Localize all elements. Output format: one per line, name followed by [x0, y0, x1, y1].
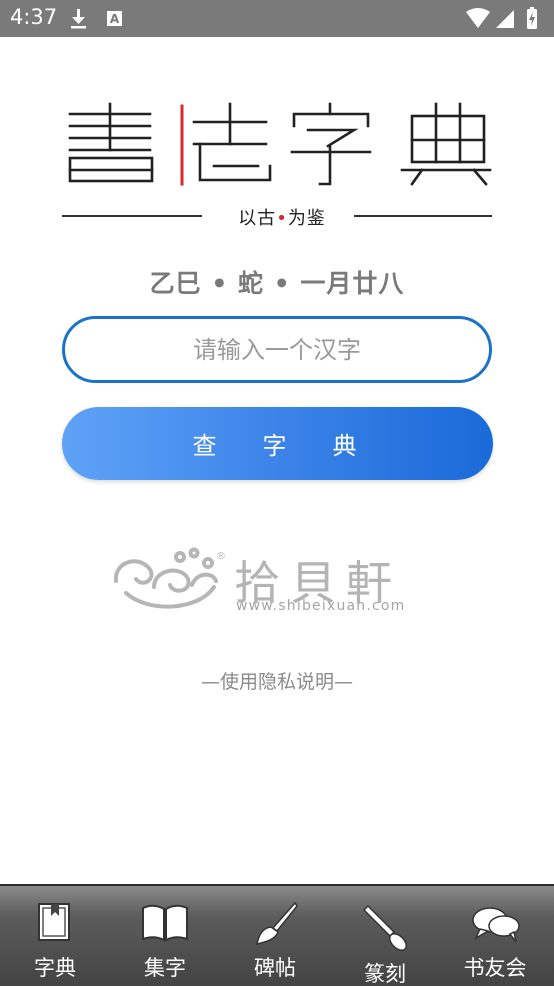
slogan-right: 为鉴	[287, 208, 326, 229]
bottom-tab-bar: 字典 集字 碑帖 篆刻 书友会	[0, 884, 554, 986]
tab-rubbings[interactable]: 碑帖	[220, 886, 330, 986]
tab-calligraphy-club-label: 书友会	[463, 956, 527, 980]
privacy-policy-link[interactable]: —使用隐私说明—	[0, 667, 554, 694]
slogan-divider-right	[354, 215, 492, 217]
font-a-icon: A	[107, 11, 122, 26]
app-logo-graphic	[68, 102, 492, 186]
app-logo	[62, 100, 494, 195]
download-icon	[71, 9, 86, 29]
tab-dictionary[interactable]: 字典	[0, 886, 110, 986]
battery-icon	[527, 7, 537, 29]
tab-rubbings-label: 碑帖	[254, 956, 296, 980]
bookmark-book-icon	[38, 903, 70, 941]
brand-website: www.shibeixuan.com	[236, 598, 406, 614]
slogan-dot: •	[276, 208, 288, 229]
svg-text:A: A	[110, 12, 120, 26]
character-search-input[interactable]	[62, 316, 492, 383]
slogan-left: 以古	[238, 208, 277, 229]
slogan-divider-left	[62, 215, 202, 217]
open-book-icon	[142, 904, 188, 942]
tab-calligraphy-club[interactable]: 书友会	[440, 886, 550, 986]
brush-icon	[256, 901, 298, 946]
status-right-icons	[466, 7, 544, 35]
tab-collect-characters[interactable]: 集字	[110, 886, 220, 986]
tab-seal-carving[interactable]: 篆刻	[330, 886, 440, 986]
status-left-icons: A	[70, 8, 130, 34]
slogan: 以古•为鉴	[217, 204, 347, 230]
chat-bubbles-icon	[472, 907, 520, 943]
lookup-dictionary-button[interactable]: 查字典	[62, 407, 493, 480]
status-bar: 4:37 A	[0, 0, 554, 37]
signal-icon	[496, 10, 514, 28]
svg-text:®: ®	[216, 551, 226, 562]
slogan-row: 以古•为鉴	[62, 202, 492, 230]
tab-dictionary-label: 字典	[34, 956, 76, 980]
wifi-icon	[466, 8, 490, 28]
carving-knife-icon	[362, 904, 407, 951]
status-time: 4:37	[10, 5, 58, 29]
lunar-date: 乙巳 • 蛇 • 一月廿八	[149, 269, 405, 298]
tab-collect-characters-label: 集字	[144, 956, 186, 980]
